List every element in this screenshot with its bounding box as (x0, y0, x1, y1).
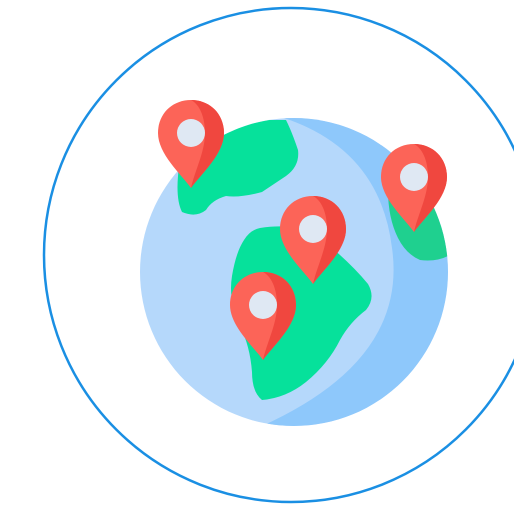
illustration-canvas (42, 6, 514, 504)
pin-center (400, 163, 428, 191)
pin-center (299, 215, 327, 243)
globe-icon (140, 100, 448, 426)
pin-center (177, 119, 205, 147)
globe-location-illustration (0, 0, 514, 508)
pin-center (249, 291, 277, 319)
